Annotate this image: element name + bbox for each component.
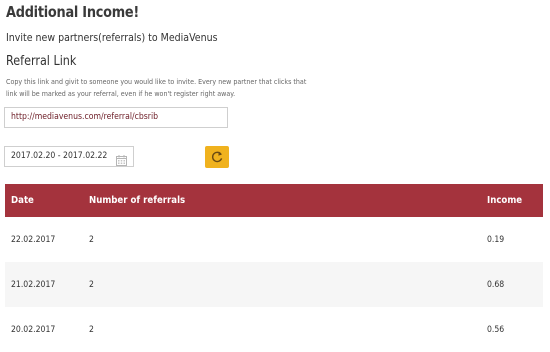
cell-date: 20.02.2017 xyxy=(11,324,56,335)
refresh-icon xyxy=(211,151,223,163)
cell-referrals: 2 xyxy=(89,279,94,290)
column-header-date: Date xyxy=(11,195,34,206)
calendar-icon[interactable] xyxy=(116,151,127,166)
table-row: 22.02.2017 2 0.19 xyxy=(5,217,543,262)
date-range-value: 2017.02.20 - 2017.02.22 xyxy=(11,151,108,161)
page-title: Additional Income! xyxy=(6,3,140,21)
refresh-button[interactable] xyxy=(205,146,229,168)
table-header: Date Number of referrals Income xyxy=(5,184,543,217)
cell-income: 0.56 xyxy=(487,324,505,335)
referrals-table: Date Number of referrals Income 22.02.20… xyxy=(5,184,543,352)
column-header-income: Income xyxy=(487,195,523,206)
referral-description: Copy this link and givit to someone you … xyxy=(6,77,307,98)
cell-referrals: 2 xyxy=(89,324,94,335)
cell-referrals: 2 xyxy=(89,234,94,245)
cell-income: 0.19 xyxy=(487,234,505,245)
date-range-picker[interactable]: 2017.02.20 - 2017.02.22 xyxy=(4,146,134,167)
cell-income: 0.68 xyxy=(487,279,505,290)
page-subtitle: Invite new partners(referrals) to MediaV… xyxy=(6,31,218,44)
cell-date: 22.02.2017 xyxy=(11,234,56,245)
table-row: 21.02.2017 2 0.68 xyxy=(5,262,543,307)
cell-date: 21.02.2017 xyxy=(11,279,56,290)
table-row: 20.02.2017 2 0.56 xyxy=(5,307,543,352)
referral-link-field[interactable]: http://mediavenus.com/referral/cbsrib xyxy=(4,107,228,128)
referral-link-text[interactable]: http://mediavenus.com/referral/cbsrib xyxy=(11,112,158,122)
column-header-referrals: Number of referrals xyxy=(89,195,186,206)
referral-link-heading: Referral Link xyxy=(6,54,77,69)
